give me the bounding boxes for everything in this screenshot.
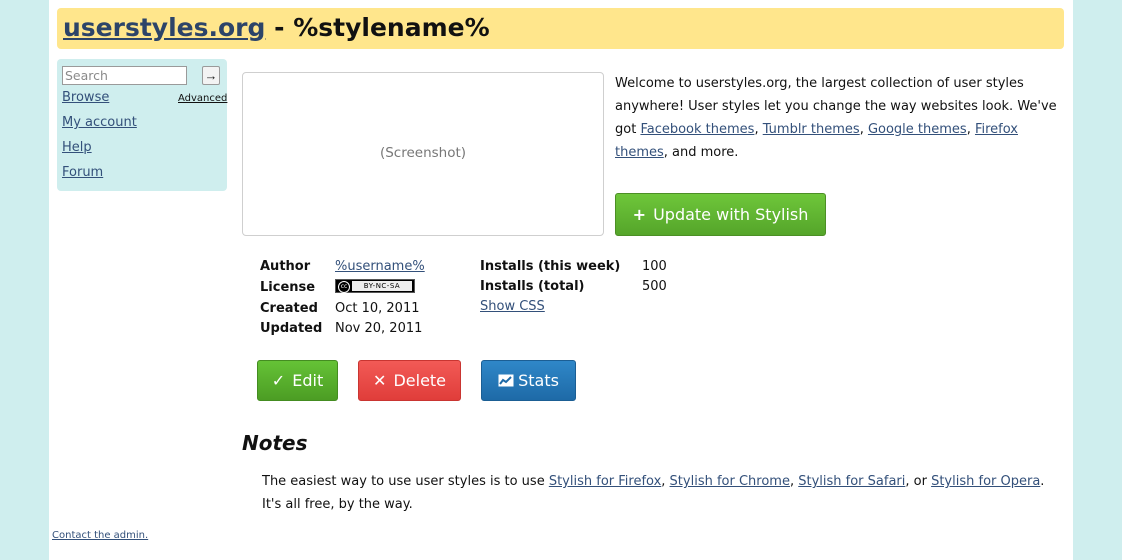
notes-intro: The easiest way to use user styles is to… [262,474,549,489]
updated-label: Updated [260,321,323,336]
page-header: userstyles.org - %stylename% [57,8,1064,49]
update-with-stylish-button[interactable]: + Update with Stylish [615,193,826,236]
edit-label: Edit [292,371,324,390]
site-home-link[interactable]: userstyles.org [63,13,265,42]
delete-label: Delete [393,371,447,390]
creative-commons-icon: cc [338,281,350,293]
sidebar: → Advanced Browse My account Help Forum [57,59,227,191]
notes-separator: , [789,474,799,489]
arrow-right-icon: → [204,68,218,83]
style-name: %stylename% [293,13,490,42]
welcome-separator: , [754,122,763,137]
search-submit-button[interactable]: → [202,66,220,85]
welcome-separator: , [966,122,975,137]
stylish-safari-link[interactable]: Stylish for Safari [798,474,905,489]
close-icon: ✕ [372,371,387,390]
created-value: Oct 10, 2011 [335,301,420,316]
chart-icon [498,374,514,387]
contact-admin-link[interactable]: Contact the admin. [52,530,148,541]
notes-separator: , or [905,474,932,489]
google-themes-link[interactable]: Google themes [868,122,967,137]
notes-text: The easiest way to use user styles is to… [262,470,1062,516]
check-icon: ✓ [271,371,286,390]
plus-icon: + [632,205,646,224]
stylish-chrome-link[interactable]: Stylish for Chrome [670,474,790,489]
page-title: userstyles.org - %stylename% [63,13,490,42]
screenshot-placeholder: (Screenshot) [242,72,604,236]
search-input[interactable] [62,66,187,85]
welcome-text: Welcome to userstyles.org, the largest c… [615,72,1060,164]
facebook-themes-link[interactable]: Facebook themes [640,122,754,137]
welcome-separator: , [859,122,868,137]
notes-heading: Notes [242,431,308,455]
installs-total-label: Installs (total) [480,279,585,294]
stylish-firefox-link[interactable]: Stylish for Firefox [549,474,661,489]
stats-button[interactable]: Stats [481,360,576,401]
stylish-opera-link[interactable]: Stylish for Opera [931,474,1040,489]
author-link[interactable]: %username% [335,259,425,274]
update-with-stylish-label: Update with Stylish [653,205,809,224]
sidebar-item-my-account[interactable]: My account [62,115,137,130]
show-css-link[interactable]: Show CSS [480,299,545,314]
welcome-outro: , and more. [663,145,739,160]
license-badge[interactable]: cc BY-NC-SA [335,279,415,293]
sidebar-item-browse[interactable]: Browse [62,90,109,105]
delete-button[interactable]: ✕ Delete [358,360,461,401]
license-label: License [260,280,316,295]
tumblr-themes-link[interactable]: Tumblr themes [763,122,860,137]
advanced-search-link[interactable]: Advanced [178,93,227,104]
installs-week-label: Installs (this week) [480,259,621,274]
sidebar-item-forum[interactable]: Forum [62,165,103,180]
created-label: Created [260,301,318,316]
screenshot-placeholder-text: (Screenshot) [379,145,467,161]
title-separator: - [265,13,294,42]
installs-total-value: 500 [642,279,667,294]
edit-button[interactable]: ✓ Edit [257,360,338,401]
installs-week-value: 100 [642,259,667,274]
updated-value: Nov 20, 2011 [335,321,423,336]
sidebar-item-help[interactable]: Help [62,140,92,155]
license-badge-text: BY-NC-SA [352,281,412,291]
page-container: userstyles.org - %stylename% → Advanced … [49,0,1073,560]
notes-separator: , [661,474,670,489]
author-label: Author [260,259,311,274]
stats-label: Stats [518,371,559,390]
